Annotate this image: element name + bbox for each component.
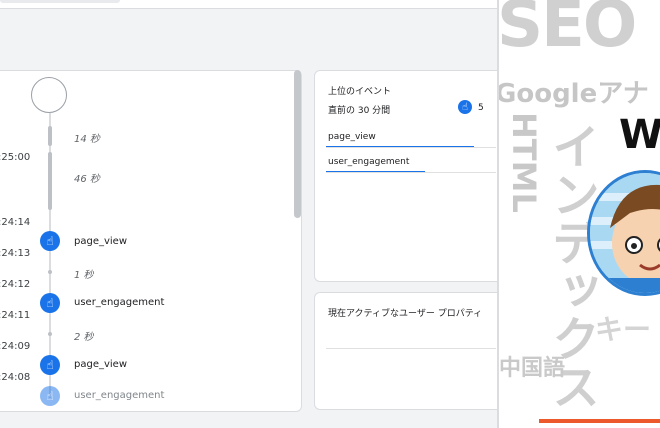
time-label: :24:08	[0, 372, 31, 383]
active-card-title: 現在アクティブなユーザー プロパティ	[328, 309, 483, 319]
time-label: :24:09	[0, 341, 31, 352]
divider	[326, 147, 496, 148]
overlay-text: 中国語	[499, 356, 566, 381]
timeline-dot	[48, 270, 52, 274]
time-label: :24:12	[0, 279, 31, 290]
event-row[interactable]: page_view	[328, 132, 376, 142]
time-label: :25:00	[0, 152, 31, 163]
user-count: 5	[478, 103, 484, 113]
timeline-gap-segment	[48, 126, 52, 146]
gap-label: 14 秒	[74, 134, 100, 145]
user-icon: ☝	[458, 100, 472, 114]
timeline-dot	[48, 332, 52, 336]
timeline-scrollbar[interactable]	[294, 70, 301, 218]
time-label: :24:13	[0, 248, 31, 259]
event-touch-icon[interactable]: ☝	[40, 293, 60, 313]
timeline-start-circle	[31, 77, 67, 113]
overlay-text: SEO	[497, 0, 637, 62]
timeline-gap-segment	[48, 152, 52, 210]
overlay-thumbnail-image: SEO Googleアナ HTML インデックス キー 中国語 W	[497, 0, 660, 428]
event-touch-icon[interactable]: ☝	[40, 386, 60, 406]
event-touch-icon[interactable]: ☝	[40, 355, 60, 375]
timeline-event[interactable]: page_view	[74, 236, 127, 247]
overlay-text: W	[619, 112, 660, 158]
overlay-accent-bar	[539, 419, 660, 423]
time-label: :24:11	[0, 310, 31, 321]
top-events-card	[314, 70, 504, 282]
overlay-text: HTML	[505, 112, 543, 213]
event-touch-icon[interactable]: ☝	[40, 231, 60, 251]
top-tab-indicator	[0, 0, 120, 3]
divider	[326, 172, 496, 173]
timeline-event[interactable]: page_view	[74, 359, 127, 370]
event-row[interactable]: user_engagement	[328, 157, 409, 167]
overlay-text: キー	[595, 313, 652, 346]
time-range-label: 直前の 30 分間	[328, 106, 391, 116]
top-events-title: 上位のイベント	[328, 87, 392, 97]
timeline-event[interactable]: user_engagement	[74, 390, 164, 401]
timeline-event[interactable]: user_engagement	[74, 297, 164, 308]
gap-label: 1 秒	[74, 270, 94, 281]
divider	[326, 348, 496, 349]
overlay-text: Googleアナ	[497, 79, 649, 109]
gap-label: 46 秒	[74, 174, 100, 185]
time-label: :24:14	[0, 217, 31, 228]
gap-label: 2 秒	[74, 332, 94, 343]
